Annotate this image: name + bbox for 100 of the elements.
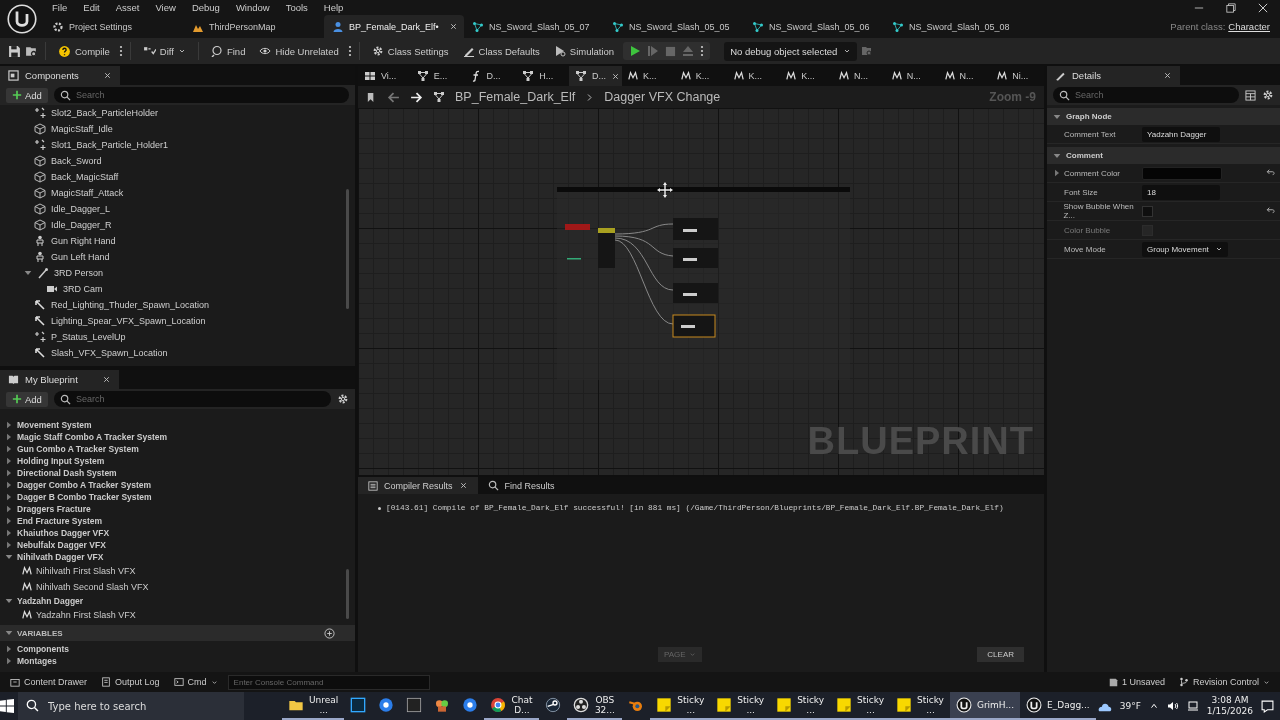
results-tab[interactable]: Find Results — [477, 477, 565, 494]
caret-right-icon[interactable] — [5, 517, 13, 525]
graph-node[interactable] — [673, 218, 718, 240]
category-item[interactable]: End Fracture System — [17, 516, 103, 526]
settings-icon[interactable] — [1262, 89, 1274, 101]
component-item[interactable]: Idle_Dagger_R — [51, 220, 112, 230]
search-field[interactable]: Search — [1053, 87, 1239, 103]
graph-tab[interactable]: K... — [780, 66, 833, 86]
category-item[interactable]: Components — [17, 644, 69, 654]
component-item[interactable]: Back_Sword — [51, 156, 102, 166]
component-item[interactable]: Slash_VFX_Spawn_Location — [51, 348, 168, 358]
taskbar-app[interactable]: Sticky ... — [830, 692, 890, 720]
stop-icon[interactable] — [665, 45, 677, 57]
console-input[interactable]: Enter Console Command — [227, 674, 430, 690]
caret-down-icon[interactable] — [5, 629, 13, 637]
content-drawer-button[interactable]: Content Drawer — [6, 677, 92, 687]
close-icon[interactable] — [611, 71, 620, 81]
play-icon[interactable] — [629, 45, 642, 57]
graph-tab[interactable]: D... — [463, 66, 517, 86]
graph-node[interactable] — [598, 228, 615, 268]
graph-item[interactable]: Yadzahn First Slash VFX — [36, 610, 136, 620]
document-tab[interactable]: NS_Sword_Slash_05_05 — [604, 15, 744, 38]
category-item[interactable]: Nebulfalx Dagger VFX — [17, 540, 106, 550]
caret-right-icon[interactable] — [5, 433, 13, 441]
wire[interactable] — [614, 223, 674, 235]
section-title[interactable]: VARIABLES — [17, 628, 63, 638]
graph-tab[interactable]: H... — [516, 66, 569, 86]
value-field[interactable]: Yadzahn Dagger — [1142, 126, 1220, 142]
scrollbar[interactable] — [346, 569, 349, 619]
caret-right-icon[interactable] — [5, 469, 13, 477]
component-item[interactable]: Idle_Dagger_L — [51, 204, 111, 214]
cmd-dropdown[interactable]: Cmd — [169, 677, 222, 687]
document-tab[interactable]: NS_Sword_Slash_05_08 — [884, 15, 1024, 38]
add-button[interactable]: Add — [6, 391, 48, 407]
revision-control-button[interactable]: Revision Control — [1174, 677, 1274, 687]
caret-right-icon[interactable] — [5, 457, 13, 465]
caret-down-icon[interactable] — [5, 553, 13, 561]
component-item[interactable]: Gun Right Hand — [51, 236, 116, 246]
component-item[interactable]: Slot1_Back_Particle_Holder1 — [51, 140, 169, 150]
category-item[interactable]: Holding Input System — [17, 456, 105, 466]
section-title[interactable]: Comment — [1066, 151, 1103, 160]
component-item[interactable]: 3RD Cam — [63, 284, 103, 294]
caret-right-icon[interactable] — [1053, 169, 1061, 177]
start-icon[interactable] — [0, 699, 14, 713]
category-item[interactable]: Directional Dash System — [17, 468, 117, 478]
component-item[interactable]: MagicStaff_Attack — [51, 188, 124, 198]
graph-node[interactable] — [565, 224, 590, 230]
menu-item[interactable]: File — [44, 2, 76, 13]
forward-arrow-icon[interactable] — [410, 90, 423, 104]
notification-icon[interactable] — [1261, 699, 1274, 713]
debug-object-dropdown[interactable]: No debug object selected — [724, 41, 858, 61]
reset-arrow-icon[interactable] — [1266, 206, 1276, 216]
category-item[interactable]: Yadzahn Dagger — [17, 596, 84, 606]
search-field[interactable]: Search — [53, 391, 331, 407]
graph-tab[interactable]: N... — [885, 66, 939, 86]
component-item[interactable]: Red_Lighting_Thuder_Spawn_Location — [51, 300, 210, 310]
category-item[interactable]: Gun Combo A Tracker System — [17, 444, 139, 454]
close-icon[interactable] — [1163, 71, 1173, 80]
graph-tab[interactable]: K... — [727, 66, 781, 86]
diff-button[interactable]: Diff — [137, 42, 191, 60]
caret-right-icon[interactable] — [5, 645, 13, 653]
scrollbar[interactable] — [346, 189, 349, 309]
graph-item[interactable]: Nihilvath First Slash VFX — [36, 566, 136, 576]
more-options-icon[interactable] — [347, 45, 352, 57]
taskbar-app[interactable]: Sticky ... — [650, 692, 711, 720]
graph-tab[interactable]: D... — [569, 66, 622, 86]
document-tab[interactable]: NS_Sword_Slash_05_07 — [464, 15, 604, 38]
component-item[interactable]: Lighting_Spear_VFX_Spawn_Location — [51, 316, 206, 326]
speaker-icon[interactable] — [1166, 700, 1179, 712]
caret-right-icon[interactable] — [5, 529, 13, 537]
section-title[interactable]: Graph Node — [1066, 112, 1112, 121]
logo-icon[interactable] — [7, 4, 37, 34]
graph-tab[interactable]: K... — [674, 66, 728, 86]
menu-item[interactable]: Edit — [75, 2, 108, 13]
caret-right-icon[interactable] — [5, 421, 13, 429]
parent-class-link[interactable]: Character — [1228, 21, 1270, 32]
panel-title[interactable]: Details — [1072, 70, 1102, 81]
taskbar-search-field[interactable]: Type here to search — [18, 692, 244, 720]
reset-arrow-icon[interactable] — [1266, 168, 1276, 178]
caret-down-icon[interactable] — [5, 597, 13, 605]
graph-tab[interactable]: E... — [410, 66, 464, 86]
taskbar-app[interactable]: Sticky ... — [890, 692, 950, 720]
menu-item[interactable]: Asset — [107, 2, 148, 13]
results-tab[interactable]: Compiler Results — [358, 477, 478, 494]
more-options-icon[interactable] — [700, 45, 705, 57]
category-item[interactable]: Dagger Combo A Tracker System — [17, 480, 151, 490]
taskbar-app[interactable]: Sticky ... — [770, 692, 831, 720]
menu-item[interactable]: Window — [227, 2, 278, 13]
browse-icon[interactable] — [25, 44, 38, 58]
caret-right-icon[interactable] — [5, 657, 13, 665]
close-icon[interactable] — [102, 71, 112, 80]
close-icon[interactable] — [101, 375, 111, 384]
component-item[interactable]: Slot2_Back_ParticleHolder — [51, 108, 159, 118]
color-swatch[interactable] — [1142, 166, 1222, 180]
graph-node[interactable] — [673, 283, 718, 303]
category-item[interactable]: Movement System — [17, 420, 92, 430]
laptop-icon[interactable] — [1186, 700, 1199, 712]
menu-item[interactable]: View — [147, 2, 184, 13]
caret-down-icon[interactable] — [1053, 151, 1061, 160]
category-item[interactable]: Magic Staff Combo A Tracker System — [17, 432, 168, 442]
